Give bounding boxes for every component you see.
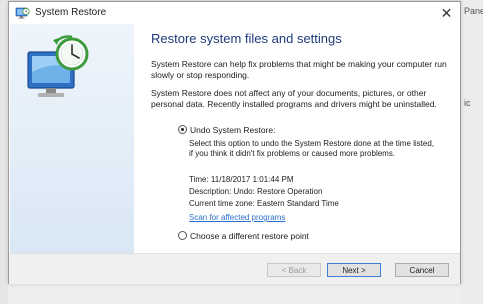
undo-description: Select this option to undo the System Re… — [189, 139, 435, 158]
restore-time: Time: 11/18/2017 1:01:44 PM — [189, 175, 294, 184]
close-button[interactable]: ✕ — [433, 2, 460, 24]
background-window-edge-left — [0, 0, 8, 304]
main-content: Restore system files and settings System… — [134, 24, 459, 253]
undo-restore-label[interactable]: Undo System Restore: — [190, 125, 276, 135]
choose-different-label[interactable]: Choose a different restore point — [190, 231, 309, 241]
cancel-button[interactable]: Cancel — [395, 263, 449, 277]
undo-restore-radio[interactable] — [178, 125, 187, 134]
radio-selected-dot — [181, 128, 184, 131]
restore-timezone: Current time zone: Eastern Standard Time — [189, 199, 339, 208]
restore-description: Description: Undo: Restore Operation — [189, 187, 323, 196]
system-restore-icon — [15, 7, 30, 19]
button-bar: < Back Next > Cancel — [9, 253, 460, 284]
intro-paragraph: System Restore can help fix problems tha… — [151, 59, 447, 80]
info-paragraph: System Restore does not affect any of yo… — [151, 88, 437, 109]
title-bar: System Restore ✕ — [9, 2, 460, 24]
close-icon: ✕ — [440, 5, 453, 21]
page-title: Restore system files and settings — [151, 31, 342, 46]
sidebar-banner — [10, 24, 134, 253]
system-restore-dialog: System Restore ✕ Restore system files an… — [8, 1, 461, 284]
background-partial-text: ic — [464, 98, 471, 108]
background-window-right — [460, 0, 483, 304]
window-title: System Restore — [35, 7, 107, 18]
next-button[interactable]: Next > — [327, 263, 381, 277]
scan-affected-programs-link[interactable]: Scan for affected programs — [189, 213, 285, 222]
background-partial-text: Pane — [464, 6, 483, 16]
system-restore-clock-icon — [27, 35, 89, 97]
back-button[interactable]: < Back — [267, 263, 321, 277]
choose-different-radio[interactable] — [178, 231, 187, 240]
